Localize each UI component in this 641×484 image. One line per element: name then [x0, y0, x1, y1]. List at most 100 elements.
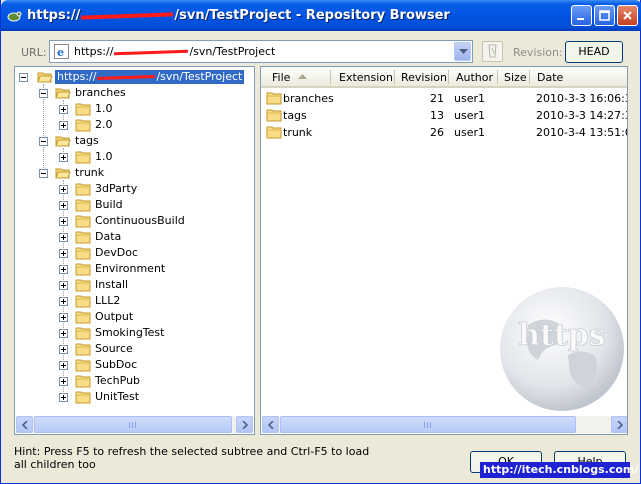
tree-item[interactable]: Output	[15, 309, 254, 325]
expand-toggle[interactable]	[59, 233, 68, 242]
column-size[interactable]: Size	[504, 71, 527, 84]
tree-item[interactable]: Build	[15, 197, 254, 213]
scroll-thumb[interactable]	[34, 416, 232, 433]
tree-item[interactable]: ContinuousBuild	[15, 213, 254, 229]
folder-open-icon	[55, 168, 71, 179]
cell-file: tags	[283, 109, 307, 122]
history-icon	[488, 44, 497, 58]
title-bar[interactable]: https:// /svn/TestProject - Repository Br…	[1, 0, 641, 31]
folder-icon	[75, 183, 91, 196]
close-button[interactable]	[617, 5, 638, 26]
column-author[interactable]: Author	[456, 71, 493, 84]
tree-item[interactable]: Install	[15, 277, 254, 293]
tree-item[interactable]: 3dParty	[15, 181, 254, 197]
minimize-button[interactable]	[571, 5, 592, 26]
column-revision[interactable]: Revision	[401, 71, 447, 84]
folder-icon	[75, 263, 91, 276]
tree-item-label: TechPub	[95, 374, 141, 387]
list-row[interactable]: branches 21 user1 2010-3-3 16:06:37	[261, 90, 627, 107]
cell-file: trunk	[283, 126, 313, 139]
scroll-left-button[interactable]	[16, 416, 33, 433]
redaction-mark	[114, 49, 189, 55]
scroll-thumb[interactable]	[280, 416, 576, 433]
expand-toggle[interactable]	[59, 297, 68, 306]
revision-picker-button[interactable]	[482, 41, 503, 62]
tree-item[interactable]: Source	[15, 341, 254, 357]
folder-icon	[75, 311, 91, 324]
column-separator[interactable]	[394, 70, 395, 84]
expand-toggle[interactable]	[59, 217, 68, 226]
url-combobox[interactable]: e https:// /svn/TestProject	[49, 40, 473, 63]
tree-item[interactable]: DevDoc	[15, 245, 254, 261]
tree-horizontal-scrollbar[interactable]	[16, 416, 253, 433]
list-row[interactable]: trunk 26 user1 2010-3-4 13:51:01	[261, 124, 627, 141]
tree-item[interactable]: branches	[15, 85, 254, 101]
expand-toggle[interactable]	[59, 393, 68, 402]
head-button[interactable]: HEAD	[565, 41, 623, 63]
folder-tree[interactable]: https:// /svn/TestProject branches 1.0 2.0 t…	[14, 66, 255, 435]
column-separator[interactable]	[448, 70, 449, 84]
column-separator[interactable]	[497, 70, 498, 84]
tree-root[interactable]: https:// /svn/TestProject	[15, 69, 254, 85]
expand-toggle[interactable]	[59, 153, 68, 162]
expand-toggle[interactable]	[59, 201, 68, 210]
url-dropdown-button[interactable]	[454, 42, 471, 61]
tree-item[interactable]: Data	[15, 229, 254, 245]
tree-root-suffix: /svn/TestProject	[156, 70, 243, 83]
tree-item[interactable]: trunk	[15, 165, 254, 181]
scroll-right-button[interactable]	[611, 416, 627, 433]
maximize-button[interactable]	[594, 5, 615, 26]
column-separator[interactable]	[330, 70, 331, 84]
folder-icon	[75, 375, 91, 388]
expand-toggle[interactable]	[59, 249, 68, 258]
expand-toggle[interactable]	[59, 377, 68, 386]
collapse-toggle[interactable]	[39, 89, 48, 98]
column-date[interactable]: Date	[537, 71, 563, 84]
scroll-left-button[interactable]	[262, 416, 279, 433]
url-prefix: https://	[74, 45, 114, 58]
expand-toggle[interactable]	[59, 329, 68, 338]
tree-item[interactable]: 1.0	[15, 101, 254, 117]
tree-item[interactable]: tags	[15, 133, 254, 149]
url-label: URL:	[21, 46, 47, 59]
cell-date: 2010-3-3 14:27:36	[536, 109, 627, 122]
expand-toggle[interactable]	[59, 313, 68, 322]
collapse-toggle[interactable]	[19, 73, 28, 82]
expand-toggle[interactable]	[59, 105, 68, 114]
folder-icon	[75, 199, 91, 212]
tree-item[interactable]: 2.0	[15, 117, 254, 133]
column-extension[interactable]: Extension	[339, 71, 393, 84]
tree-item[interactable]: SmokingTest	[15, 325, 254, 341]
tree-item[interactable]: TechPub	[15, 373, 254, 389]
expand-toggle[interactable]	[59, 185, 68, 194]
url-value: https:// /svn/TestProject	[74, 45, 275, 58]
expand-toggle[interactable]	[59, 265, 68, 274]
tree-root-prefix: https://	[57, 70, 97, 83]
folder-icon	[266, 109, 282, 122]
column-separator[interactable]	[529, 70, 530, 84]
close-icon	[623, 11, 632, 20]
tree-item-label: LLL2	[95, 294, 121, 307]
column-file[interactable]: File	[272, 71, 290, 84]
folder-icon	[75, 343, 91, 356]
tree-item[interactable]: Environment	[15, 261, 254, 277]
grip-line	[424, 422, 425, 428]
folder-icon	[75, 391, 91, 404]
collapse-toggle[interactable]	[39, 169, 48, 178]
tree-item[interactable]: LLL2	[15, 293, 254, 309]
expand-toggle[interactable]	[59, 121, 68, 130]
collapse-toggle[interactable]	[39, 137, 48, 146]
tree-item[interactable]: 1.0	[15, 149, 254, 165]
expand-toggle[interactable]	[59, 281, 68, 290]
window-title: https:// /svn/TestProject - Repository Br…	[27, 8, 450, 23]
expand-toggle[interactable]	[59, 345, 68, 354]
folder-open-icon	[55, 136, 71, 147]
tree-item[interactable]: UnitTest	[15, 389, 254, 405]
scroll-right-button[interactable]	[236, 416, 253, 433]
cell-revision: 26	[430, 126, 444, 139]
list-row[interactable]: tags 13 user1 2010-3-3 14:27:36	[261, 107, 627, 124]
tree-item[interactable]: SubDoc	[15, 357, 254, 373]
tree-item-label: tags	[75, 134, 99, 147]
expand-toggle[interactable]	[59, 361, 68, 370]
list-horizontal-scrollbar[interactable]	[262, 416, 627, 433]
